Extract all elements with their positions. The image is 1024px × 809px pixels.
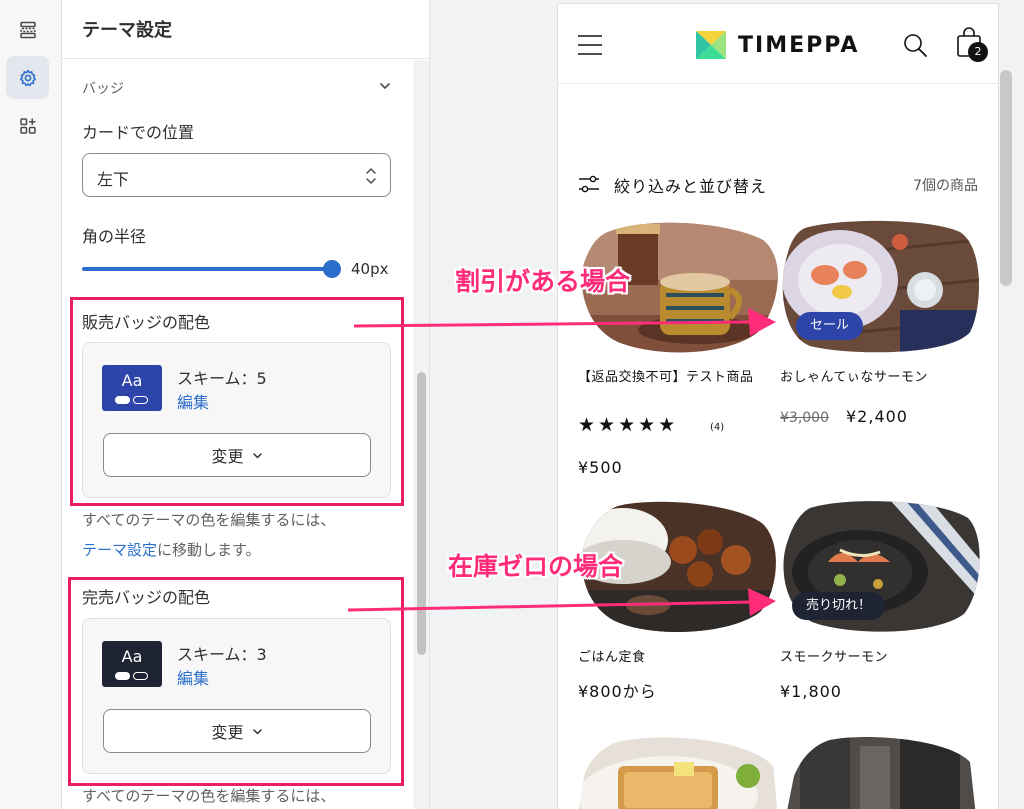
sale-price: ¥2,400: [846, 407, 908, 426]
logo-mark-icon: [696, 31, 726, 59]
select-arrows-icon: [366, 168, 376, 184]
filter-sort-bar[interactable]: 絞り込みと並び替え 7個の商品: [578, 172, 978, 196]
badge-section-toggle[interactable]: バッジ: [82, 76, 392, 98]
settings-panel: テーマ設定 バッジ カードでの位置 左下 角の半径 40px 販売バッジの配色 …: [62, 0, 430, 809]
icon-rail: [0, 0, 62, 809]
product-card[interactable]: セール おしゃんてぃなサーモン ¥3,000 ¥2,400: [780, 220, 980, 440]
rating-stars: ★★★★★: [578, 414, 679, 436]
product-price: ¥500: [578, 458, 623, 477]
product-card[interactable]: 【返品交換不可】テスト商品 ★★★★★ (4) ¥500: [578, 220, 778, 480]
store-header: TIMEPPA 2: [558, 4, 998, 84]
preview-scrollbar[interactable]: [1000, 70, 1012, 286]
product-name: おしゃんてぃなサーモン: [780, 370, 928, 385]
search-icon[interactable]: [902, 32, 928, 58]
apps-icon: [19, 117, 36, 134]
soldout-annotation: 在庫ゼロの場合: [448, 552, 624, 581]
product-name: 【返品交換不可】テスト商品: [578, 370, 754, 385]
sections-icon: [19, 21, 36, 38]
rail-sections-button[interactable]: [6, 8, 49, 51]
soldout-badge: 売り切れ！: [792, 592, 886, 620]
radius-label: 角の半径: [82, 227, 147, 246]
panel-scrollbar-thumb[interactable]: [417, 372, 426, 655]
gear-icon: [19, 69, 36, 86]
product-image-city: [786, 736, 976, 809]
store-logo[interactable]: TIMEPPA: [696, 26, 876, 64]
product-count: 7個の商品: [913, 178, 978, 194]
filter-sort-label: 絞り込みと並び替え: [614, 177, 768, 196]
product-price: ¥800から: [578, 682, 657, 701]
radius-slider-track[interactable]: [82, 267, 331, 271]
panel-header: テーマ設定: [62, 0, 429, 59]
original-price: ¥3,000: [780, 410, 829, 426]
section-label: バッジ: [82, 81, 124, 97]
sale-badge: セール: [796, 312, 864, 340]
product-price: ¥1,800: [780, 682, 842, 701]
theme-settings-link[interactable]: テーマ設定: [82, 541, 157, 559]
rail-settings-button[interactable]: [6, 56, 49, 99]
product-name: スモークサーモン: [780, 650, 889, 665]
sale-badge-highlight: [70, 297, 404, 506]
position-label: カードでの位置: [82, 123, 195, 142]
cart-count-badge: 2: [968, 42, 988, 62]
filter-icon: [579, 175, 599, 193]
product-name: ごはん定食: [578, 650, 646, 665]
rating-count: (4): [710, 422, 725, 433]
rail-apps-button[interactable]: [6, 104, 49, 147]
brand-name: TIMEPPA: [738, 32, 860, 58]
soldout-badge-highlight: [68, 577, 404, 786]
panel-title: テーマ設定: [82, 20, 172, 41]
hamburger-menu-icon[interactable]: [578, 34, 602, 56]
help-text: すべてのテーマの色を編集するには、 テーマ設定に移動します。: [82, 511, 336, 559]
chevron-down-icon: [380, 83, 390, 89]
product-image-toast: [578, 737, 778, 809]
product-card[interactable]: 売り切れ！ スモークサーモン ¥1,800: [780, 500, 980, 710]
radius-value: 40px: [351, 260, 389, 278]
discount-annotation: 割引がある場合: [455, 267, 631, 296]
position-select-value: 左下: [97, 170, 130, 189]
radius-slider-handle[interactable]: [323, 260, 341, 278]
storefront-preview: TIMEPPA 2 絞り込みと並び替え 7個の商品 【返品交換不可】テスト商品 …: [558, 4, 998, 809]
product-card[interactable]: ごはん定食 ¥800から: [578, 500, 778, 710]
position-select[interactable]: 左下: [82, 153, 391, 197]
